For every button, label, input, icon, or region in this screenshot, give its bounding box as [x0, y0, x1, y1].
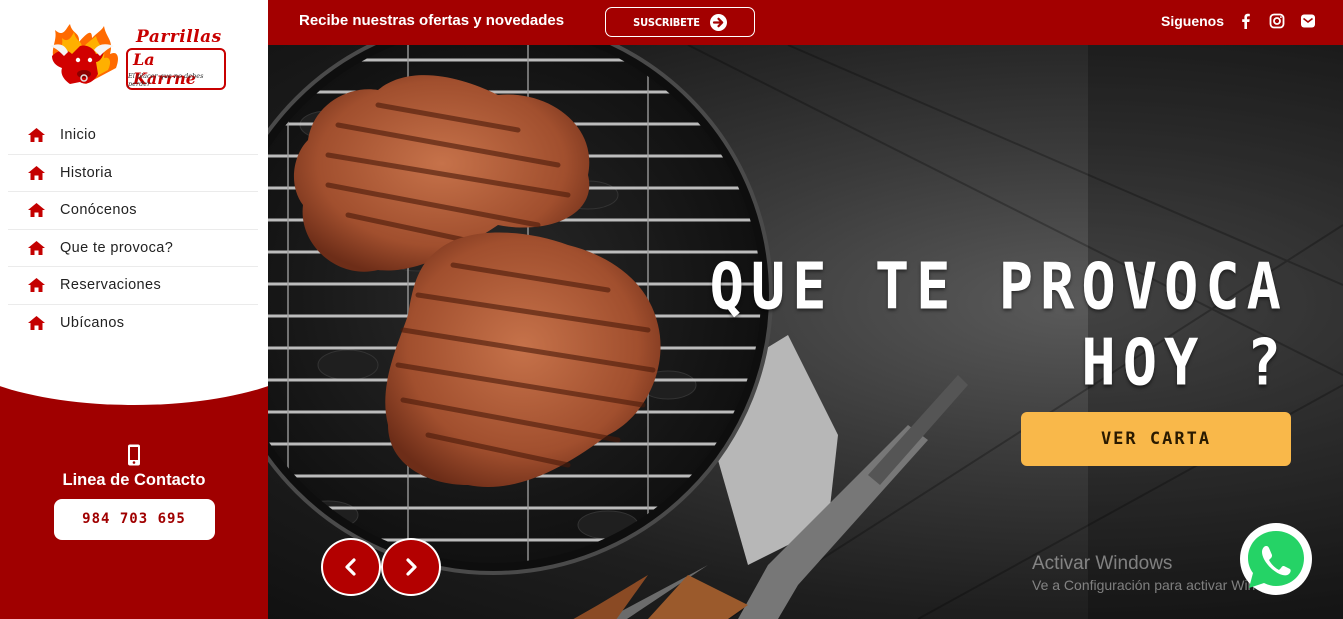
- hero-title-line2: HOY ?: [1081, 326, 1288, 401]
- sidebar-item-label: Reservaciones: [60, 277, 162, 294]
- top-bar: Recibe nuestras ofertas y novedades SUSC…: [268, 0, 1343, 45]
- mobile-phone-icon: [128, 444, 140, 466]
- home-icon: [28, 165, 45, 180]
- sidebar: Parrillas La Karrne El placer que no deb…: [0, 0, 268, 619]
- sidebar-item-conocenos[interactable]: Conócenos: [8, 192, 258, 230]
- promo-text: Recibe nuestras ofertas y novedades: [299, 12, 565, 29]
- contact-title: Linea de Contacto: [62, 471, 206, 489]
- sidebar-item-que-te-provoca[interactable]: Que te provoca?: [8, 230, 258, 267]
- home-icon: [28, 203, 45, 218]
- sidebar-item-label: Conócenos: [60, 202, 137, 219]
- home-icon: [28, 128, 45, 143]
- bull-logo-icon: [50, 24, 118, 84]
- slider-next-button[interactable]: [381, 538, 441, 596]
- sidebar-item-reservaciones[interactable]: Reservaciones: [8, 267, 258, 305]
- home-icon: [28, 278, 45, 293]
- sidebar-item-label: Ubícanos: [60, 315, 125, 332]
- hero-title: QUE TE PROVOCA HOY ?: [710, 249, 1288, 401]
- sidebar-item-label: Inicio: [60, 127, 97, 144]
- ver-carta-button[interactable]: VER CARTA: [1021, 412, 1291, 466]
- chevron-right-icon: [406, 558, 417, 576]
- subscribe-button[interactable]: SUSCRIBETE: [605, 7, 755, 37]
- slider-prev-button[interactable]: [321, 538, 381, 596]
- sidebar-item-inicio[interactable]: Inicio: [8, 117, 258, 155]
- home-icon: [28, 240, 45, 255]
- cta-label: VER CARTA: [1100, 429, 1212, 449]
- brand-tagline: El placer que no debes perder: [128, 72, 204, 88]
- home-icon: [28, 316, 45, 331]
- facebook-icon[interactable]: [1237, 12, 1255, 30]
- sidebar-item-label: Que te provoca?: [60, 239, 174, 256]
- sidebar-item-label: Historia: [60, 164, 113, 181]
- sidebar-menu: Inicio Historia Conócenos Que te provoca…: [8, 117, 258, 342]
- instagram-icon[interactable]: [1268, 12, 1286, 30]
- chevron-left-icon: [345, 558, 356, 576]
- contact-section: Linea de Contacto 984 703 695: [0, 440, 268, 540]
- windows-activation-title: Activar Windows: [1032, 553, 1173, 574]
- brand-logo[interactable]: Parrillas La Karrne El placer que no deb…: [46, 24, 226, 94]
- contact-phone-button[interactable]: 984 703 695: [53, 499, 215, 540]
- hero-slider: QUE TE PROVOCA HOY ? VER CARTA Activar W…: [268, 45, 1343, 619]
- arrow-right-circle-icon: [709, 13, 727, 31]
- follow-label: Siguenos: [1161, 13, 1225, 29]
- hero-title-line1: QUE TE PROVOCA: [709, 250, 1288, 325]
- sidebar-item-ubicanos[interactable]: Ubícanos: [8, 305, 258, 343]
- sidebar-item-historia[interactable]: Historia: [8, 155, 258, 192]
- whatsapp-icon[interactable]: [1237, 522, 1315, 598]
- subscribe-label: SUSCRIBETE: [633, 15, 700, 29]
- email-icon[interactable]: [1299, 12, 1317, 30]
- brand-name-line1: Parrillas: [136, 27, 222, 47]
